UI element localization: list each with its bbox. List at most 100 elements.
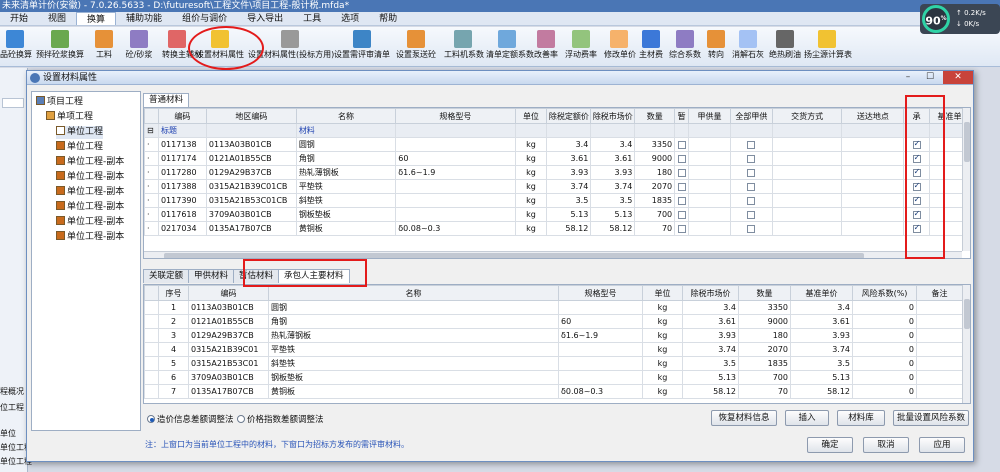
tree-node-5[interactable]: 单位工程-副本 (56, 171, 124, 184)
cell-name[interactable]: 角钢 (295, 151, 397, 166)
cell-base[interactable]: 58.12 (790, 384, 853, 399)
apply-button[interactable]: 应用 (919, 437, 965, 453)
upper-header-3[interactable]: 规格型号 (395, 108, 516, 124)
cell-provisional[interactable] (674, 179, 690, 194)
cell-unit[interactable]: kg (642, 370, 683, 385)
cell-spec[interactable] (558, 300, 643, 315)
upper-vscroll[interactable] (962, 108, 970, 251)
tree-node-8[interactable]: 单位工程-副本 (56, 216, 124, 229)
cell-remark[interactable] (916, 300, 963, 315)
tree-node-7[interactable]: 单位工程-副本 (56, 201, 124, 214)
cell-unit[interactable]: kg (642, 356, 683, 371)
toolbar-button-1[interactable]: 预拌砼浆换算 (34, 28, 86, 66)
upper-header-7[interactable]: 数量 (634, 108, 676, 124)
upper-header-9[interactable]: 甲供量 (688, 108, 731, 124)
lower-tab-1[interactable]: 甲供材料 (188, 269, 235, 283)
cell-code[interactable]: 0129A29B37CB (188, 328, 269, 343)
cell-no[interactable]: 6 (158, 370, 189, 385)
cell-qty[interactable]: 700 (738, 370, 791, 385)
cell-market[interactable]: 3.4 (590, 137, 636, 152)
cell-qty[interactable]: 700 (634, 207, 676, 222)
lower-header-9[interactable]: 备注 (916, 285, 963, 301)
cell-spec[interactable]: 60 (395, 151, 516, 166)
cell-unit[interactable]: kg (514, 221, 548, 236)
cell-spec[interactable] (558, 356, 643, 371)
tree-node-3[interactable]: 单位工程 (56, 141, 103, 154)
cell-base[interactable]: 5.13 (790, 370, 853, 385)
menu-item-1[interactable]: 视图 (38, 12, 76, 25)
menu-item-5[interactable]: 导入导出 (237, 12, 293, 25)
upper-header-5[interactable]: 除税定额价 (546, 108, 592, 124)
cell-name[interactable]: 角钢 (268, 314, 559, 329)
upper-header-8[interactable]: 暂 (674, 108, 690, 124)
cell-provisional[interactable] (674, 137, 690, 152)
lower-vscroll[interactable] (962, 285, 970, 403)
cell-qty[interactable]: 180 (634, 165, 676, 180)
cell-qty[interactable]: 9000 (634, 151, 676, 166)
cell-destination[interactable] (841, 221, 905, 236)
cell-area[interactable]: 0315A21B39C01CB (205, 179, 297, 194)
cell-spec[interactable] (395, 179, 516, 194)
cell-no[interactable]: 3 (158, 328, 189, 343)
upper-header-11[interactable]: 交货方式 (771, 108, 843, 124)
cell-provisional[interactable] (674, 193, 690, 208)
insert-button[interactable]: 插入 (785, 410, 829, 426)
tree-node-1[interactable]: 单项工程 (46, 111, 93, 124)
cell-qty[interactable]: 70 (634, 221, 676, 236)
table-row[interactable]: 2 0121A01B55CB 角钢 60 kg 3.61 9000 3.61 0 (144, 314, 963, 329)
lower-header-3[interactable]: 规格型号 (558, 285, 643, 301)
radio-index-diff[interactable]: 价格指数差额调整法 (237, 413, 324, 425)
cell-delivery[interactable] (771, 137, 843, 152)
all-supply-checkbox[interactable] (747, 224, 756, 233)
cell-code[interactable]: 0315A21B53C01 (188, 356, 269, 371)
cell-name[interactable]: 圆钢 (295, 137, 397, 152)
cell-code[interactable]: 0117388 (157, 179, 207, 194)
cell-area[interactable]: 0315A21B53C01CB (205, 193, 297, 208)
cell-market[interactable]: 3.74 (590, 179, 636, 194)
cell-price[interactable]: 3.5 (546, 193, 592, 208)
cell-supply-qty[interactable] (688, 207, 731, 222)
lower-header-6[interactable]: 数量 (738, 285, 791, 301)
cell-qty[interactable]: 9000 (738, 314, 791, 329)
cell-remark[interactable] (916, 370, 963, 385)
upper-header-10[interactable]: 全部甲供 (729, 108, 773, 124)
cell-destination[interactable] (841, 165, 905, 180)
cell-name[interactable]: 热轧薄钢板 (268, 328, 559, 343)
cell-name[interactable]: 黄铜板 (295, 221, 397, 236)
toolbar-button-18[interactable]: 绝热刷油 (768, 28, 802, 66)
menu-item-0[interactable]: 开始 (0, 12, 38, 25)
cell-all-supply[interactable] (729, 137, 773, 152)
table-row[interactable]: 5 0315A21B53C01 斜垫铁 kg 3.5 1835 3.5 0 (144, 356, 963, 371)
cell-market[interactable]: 5.13 (682, 370, 739, 385)
group-row[interactable]: ⊟ 标题 材料 (144, 123, 970, 138)
toolbar-button-8[interactable]: 设置泵送砼 (392, 28, 440, 66)
cell-code[interactable]: 0117138 (157, 137, 207, 152)
cell-market[interactable]: 3.61 (682, 314, 739, 329)
cell-remark[interactable] (916, 328, 963, 343)
cell-destination[interactable] (841, 207, 905, 222)
cell-delivery[interactable] (771, 179, 843, 194)
cell-supply-qty[interactable] (688, 137, 731, 152)
tab-normal-material[interactable]: 普通材料 (143, 93, 190, 107)
group-toggle[interactable]: ⊟ (144, 123, 159, 138)
cell-name[interactable]: 钢板垫板 (268, 370, 559, 385)
cell-code[interactable]: 0217034 (157, 221, 207, 236)
cell-spec[interactable] (395, 137, 516, 152)
menu-item-7[interactable]: 选项 (331, 12, 369, 25)
table-row[interactable]: · 0117618 3709A03B01CB 钢板垫板 kg 5.13 5.13 700 (144, 207, 970, 222)
cell-no[interactable]: 4 (158, 342, 189, 357)
cell-base[interactable]: 3.61 (790, 314, 853, 329)
minimize-button[interactable]: – (897, 71, 919, 84)
provisional-checkbox[interactable] (677, 154, 686, 163)
lower-header-5[interactable]: 除税市场价 (682, 285, 739, 301)
table-row[interactable]: · 0117390 0315A21B53C01CB 斜垫铁 kg 3.5 3.5 1835 (144, 193, 970, 208)
batch-risk-button[interactable]: 批量设置风险系数 (893, 410, 969, 426)
maximize-button[interactable]: ☐ (919, 71, 941, 84)
upper-header-6[interactable]: 除税市场价 (590, 108, 636, 124)
cell-delivery[interactable] (771, 165, 843, 180)
cell-qty[interactable]: 1835 (738, 356, 791, 371)
provisional-checkbox[interactable] (677, 182, 686, 191)
cell-all-supply[interactable] (729, 207, 773, 222)
cell-destination[interactable] (841, 151, 905, 166)
cancel-button[interactable]: 取消 (863, 437, 909, 453)
